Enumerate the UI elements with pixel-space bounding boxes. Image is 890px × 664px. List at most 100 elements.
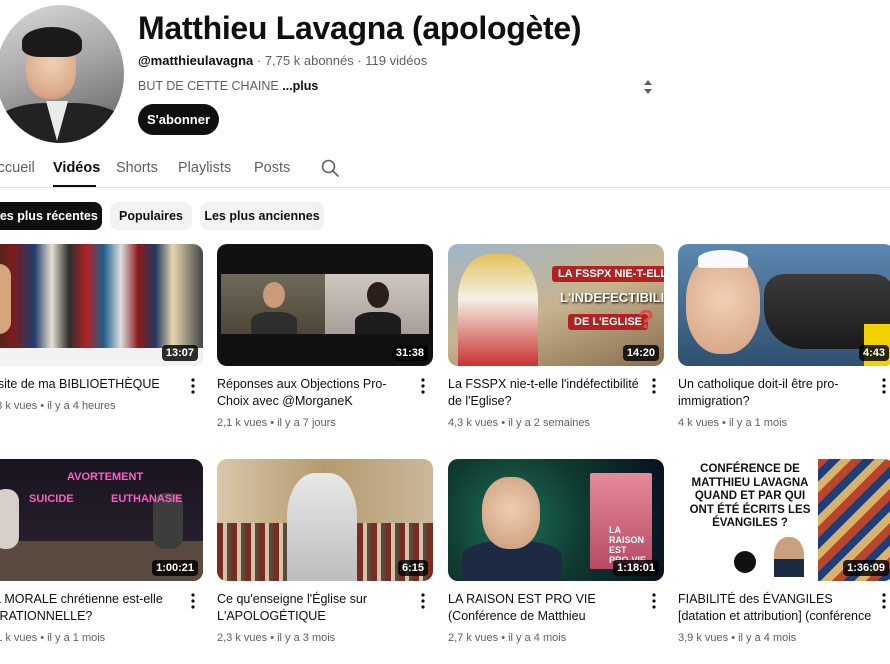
more-options-icon[interactable] <box>421 378 425 394</box>
video-age: il y a 1 mois <box>47 632 106 644</box>
video-thumbnail[interactable]: 31:38 <box>217 244 433 366</box>
thumb-person <box>0 489 19 549</box>
video-title[interactable]: Un catholique doit-il être pro-immigrati… <box>678 376 874 410</box>
thumb-caption-1: LA FSSPX NIE-T-ELLE <box>552 266 664 282</box>
video-card[interactable]: 31:38 Réponses aux Objections Pro-Choix … <box>217 244 433 429</box>
video-age: il y a 7 jours <box>277 417 336 429</box>
thumb-caption-3: DE L'EGLISE <box>568 314 649 330</box>
video-card[interactable]: LA RAISON EST PRO-VIE 1:18:01 LA RAISON … <box>448 459 664 644</box>
description-more-link[interactable]: ...plus <box>282 79 318 93</box>
video-card[interactable]: LA FSSPX NIE-T-ELLE L'INDEFECTIBILITÉ DE… <box>448 244 664 429</box>
channel-description[interactable]: BUT DE CETTE CHAINE ...plus <box>138 79 318 93</box>
video-meta: 2,8 k vues • il y a 4 heures <box>0 400 116 412</box>
video-thumbnail[interactable]: AVORTEMENT SUICIDE EUTHANASIE 1:00:21 <box>0 459 203 581</box>
thumb-word-2: SUICIDE <box>29 493 74 505</box>
video-views: 3,9 k vues <box>678 632 729 644</box>
video-title[interactable]: Ce qu'enseigne l'Église sur L'APOLOGÉTIQ… <box>217 591 413 625</box>
video-age: il y a 3 mois <box>277 632 336 644</box>
video-duration: 13:07 <box>161 345 198 361</box>
thumb-figure <box>458 254 538 366</box>
chip-most-recent[interactable]: Les plus récentes <box>0 202 102 230</box>
video-duration: 1:36:09 <box>843 560 889 576</box>
video-thumbnail[interactable]: LA FSSPX NIE-T-ELLE L'INDEFECTIBILITÉ DE… <box>448 244 664 366</box>
video-duration: 1:00:21 <box>152 560 198 576</box>
video-duration: 6:15 <box>397 560 428 576</box>
chip-oldest[interactable]: Les plus anciennes <box>200 202 324 230</box>
meta-separator: · <box>253 53 265 68</box>
tab-shorts[interactable]: Shorts <box>116 160 158 176</box>
video-card[interactable]: 6:15 Ce qu'enseigne l'Église sur L'APOLO… <box>217 459 433 644</box>
subscriber-count: 7,75 k abonnés <box>264 53 354 68</box>
video-card[interactable]: 13:07 Visite de ma BIBLIOETHÈQUE 2,8 k v… <box>0 244 203 412</box>
video-title[interactable]: La MORALE chrétienne est-elle IRRATIONNE… <box>0 591 183 625</box>
meta-dot: • <box>718 417 729 429</box>
tab-videos[interactable]: Vidéos <box>53 160 100 176</box>
video-age: il y a 1 mois <box>728 417 788 429</box>
thumb-panel-right <box>325 274 429 334</box>
video-title[interactable]: LA RAISON EST PRO VIE (Conférence de Mat… <box>448 591 644 625</box>
more-options-icon[interactable] <box>652 593 656 609</box>
video-meta: 4 k vues • il y a 1 mois <box>678 417 787 429</box>
more-options-icon[interactable] <box>652 378 656 394</box>
video-card[interactable]: 4:43 Un catholique doit-il être pro-immi… <box>678 244 890 429</box>
meta-dot: • <box>37 632 48 644</box>
meta-dot: • <box>37 400 48 412</box>
tab-posts[interactable]: Posts <box>254 160 290 176</box>
video-meta: 3,1 k vues • il y a 1 mois <box>0 632 105 644</box>
thumb-face <box>482 477 540 549</box>
video-age: il y a 4 mois <box>508 632 567 644</box>
video-age: il y a 4 heures <box>47 400 116 412</box>
more-options-icon[interactable] <box>421 593 425 609</box>
video-title[interactable]: La FSSPX nie-t-elle l'indéfectibilité de… <box>448 376 644 410</box>
video-thumbnail[interactable]: 6:15 <box>217 459 433 581</box>
video-thumbnail[interactable]: 13:07 <box>0 244 203 366</box>
video-meta: 2,1 k vues • il y a 7 jours <box>217 417 336 429</box>
video-views: 2,8 k vues <box>0 400 38 412</box>
more-options-icon[interactable] <box>191 593 195 609</box>
video-duration: 14:20 <box>622 345 659 361</box>
channel-avatar[interactable] <box>0 5 124 143</box>
video-thumbnail[interactable]: LA RAISON EST PRO-VIE 1:18:01 <box>448 459 664 581</box>
video-meta: 2,7 k vues • il y a 4 mois <box>448 632 566 644</box>
video-title[interactable]: Réponses aux Objections Pro-Choix avec @… <box>217 376 413 410</box>
tab-home[interactable]: Accueil <box>0 160 35 176</box>
video-duration: 4:43 <box>858 345 889 361</box>
channel-tabs: Accueil Vidéos Shorts Playlists Posts <box>0 150 890 188</box>
video-age: il y a 2 semaines <box>508 417 591 429</box>
video-meta: 4,3 k vues • il y a 2 semaines <box>448 417 590 429</box>
description-text: BUT DE CETTE CHAINE <box>138 79 279 93</box>
more-options-icon[interactable] <box>191 378 195 394</box>
more-options-icon[interactable] <box>882 593 886 609</box>
video-title[interactable]: FIABILITÉ des ÉVANGILES [datation et att… <box>678 591 874 625</box>
video-thumbnail[interactable]: 4:43 <box>678 244 890 366</box>
channel-handle[interactable]: @matthieulavagna <box>138 53 253 68</box>
meta-dot: • <box>728 632 739 644</box>
scroll-arrows-icon[interactable] <box>642 79 654 95</box>
video-views: 2,1 k vues <box>217 417 268 429</box>
meta-separator: · <box>353 53 366 68</box>
thumb-caption: CONFÉRENCE DE MATTHIEU LAVAGNA QUAND ET … <box>689 463 811 529</box>
video-title[interactable]: Visite de ma BIBLIOETHÈQUE <box>0 376 183 393</box>
channel-name: Matthieu Lavagna (apologète) <box>138 10 582 46</box>
meta-dot: • <box>267 417 278 429</box>
video-card[interactable]: CONFÉRENCE DE MATTHIEU LAVAGNA QUAND ET … <box>678 459 890 644</box>
video-views: 2,3 k vues <box>217 632 268 644</box>
thumb-hand <box>0 264 11 334</box>
thumb-caption-2: L'INDEFECTIBILITÉ <box>560 290 664 305</box>
thumb-video-call <box>221 274 429 334</box>
subscribe-button[interactable]: S'abonner <box>138 104 219 135</box>
thumb-person-body <box>355 312 401 334</box>
meta-dot: • <box>267 632 278 644</box>
chip-popular[interactable]: Populaires <box>110 202 192 230</box>
search-icon[interactable] <box>320 158 340 178</box>
video-thumbnail[interactable]: CONFÉRENCE DE MATTHIEU LAVAGNA QUAND ET … <box>678 459 890 581</box>
thumb-seal <box>734 551 756 573</box>
more-options-icon[interactable] <box>882 378 886 394</box>
thumb-book-title: LA RAISON EST PRO-VIE <box>608 525 646 565</box>
tab-playlists[interactable]: Playlists <box>178 160 231 176</box>
channel-meta: @matthieulavagna · 7,75 k abonnés · 119 … <box>138 53 427 68</box>
thumb-person-head <box>263 282 285 308</box>
video-card[interactable]: AVORTEMENT SUICIDE EUTHANASIE 1:00:21 La… <box>0 459 203 644</box>
video-views: 4 k vues <box>678 417 719 429</box>
video-age: il y a 4 mois <box>738 632 797 644</box>
